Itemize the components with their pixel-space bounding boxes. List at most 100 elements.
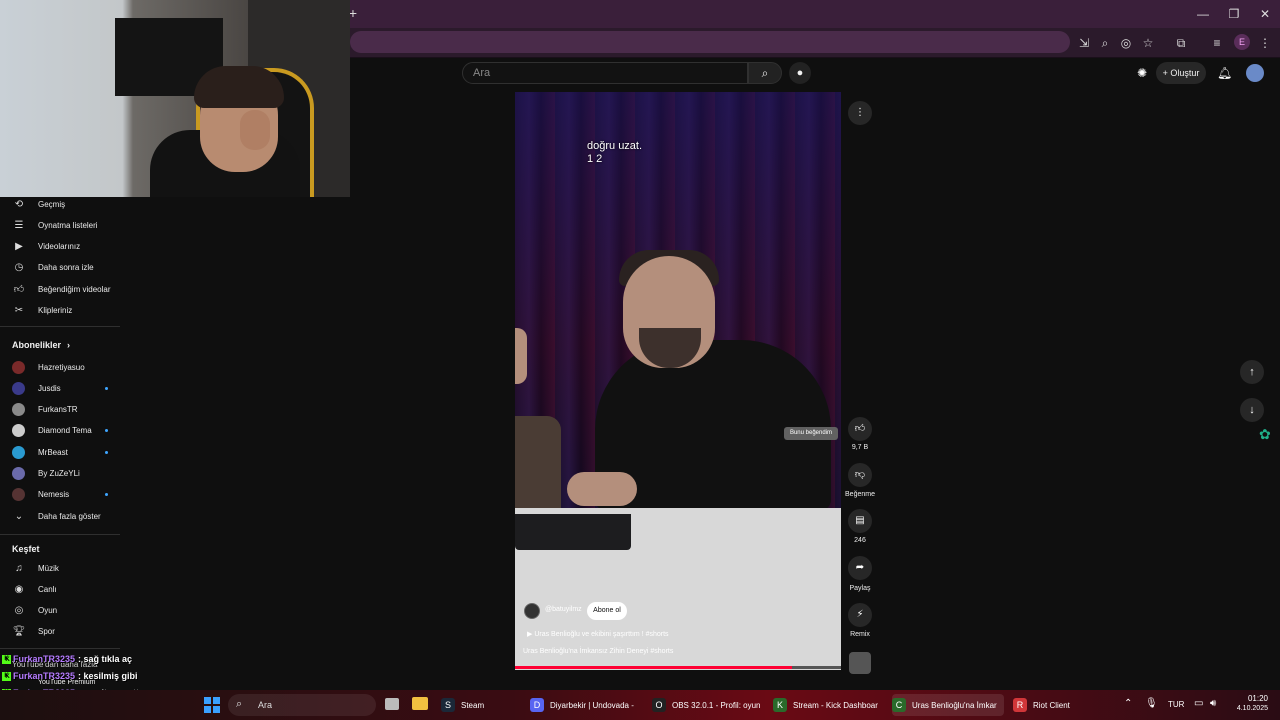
next-short-arrow-down-icon[interactable]: ↓ [1240,398,1264,422]
app-icon: S [441,698,455,712]
sidebar-item-clips[interactable]: ✂ Klipleriniz [12,301,122,321]
windows-start-icon[interactable] [204,697,220,713]
file-explorer-icon[interactable] [412,697,428,710]
your-videos-icon: ▶ [15,241,23,253]
gaming-icon: ◎ [14,605,24,617]
previous-short-arrow-up-icon[interactable]: ↑ [1240,360,1264,384]
sidebar-item-label: Daha sonra izle [38,263,94,273]
subscription-item[interactable]: By ZuZeYLi [12,464,122,484]
subscription-label: MrBeast [38,447,68,457]
sidebar-item-like[interactable]: 👍︎ Beğendiğim videolar [12,279,122,299]
clock-time[interactable]: 01:20 [1232,694,1268,703]
subscription-item[interactable]: Hazretiyasuo [12,357,122,377]
install-app-icon[interactable]: ⇲ [1075,34,1093,52]
dislike-button[interactable]: 👎︎ [848,463,872,487]
tray-microphone-icon[interactable]: 🎙︎ [1145,698,1158,709]
sidebar-item-watch-later[interactable]: ◷ Daha sonra izle [12,258,122,278]
taskbar-app-5[interactable]: C Uras Benlioğlu'na İmkar [892,694,1004,716]
show-more-button[interactable]: ⌄ Daha fazla göster [12,506,122,526]
browser-menu-icon[interactable]: ⋮ [1256,34,1274,52]
assistant-extension-icon[interactable]: ✿ [1259,426,1271,443]
taskbar-search[interactable]: Ara [228,694,376,716]
channel-name[interactable]: @batuyilmz [545,606,582,613]
kick-badge-icon: K [2,654,11,664]
sidebar-item-playlist[interactable]: ☰ Oynatma listeleri [12,215,122,235]
sidebar-item-label: Oynatma listeleri [38,220,98,230]
chat-message: K FurkanTR3235: sağ tıkla aç [2,654,132,664]
related-video-link[interactable]: Uras Benlioğlu'na İmkansız Zihin Deneyi … [523,648,673,655]
subscription-label: Diamond Tema [38,426,92,436]
sidebar-separator [0,648,120,649]
sound-thumbnail[interactable] [849,652,871,674]
address-bar[interactable] [350,31,1070,53]
browser-profile-avatar[interactable]: E [1234,34,1250,50]
taskbar-app-3[interactable]: O OBS 32.0.1 - Profil: oyun [652,694,767,716]
app-icon: C [892,698,906,712]
taskbar-app-1[interactable]: S Steam [441,694,491,716]
sidebar-item-music[interactable]: ♫ Müzik [12,558,122,578]
sidebar-item-history[interactable]: ⟲ Geçmiş [12,194,122,214]
like-button[interactable]: 👍︎ [848,417,872,441]
extensions-icon[interactable]: ⧉ [1172,34,1190,52]
subscription-label: Hazretiyasuo [38,362,85,372]
chat-message: K FurkanTR3235: kesilmiş gibi [2,671,138,681]
more-options-icon[interactable]: ⋮ [848,101,872,125]
subscriptions-heading[interactable]: Abonelikler › [12,340,70,350]
close-window-button[interactable]: ✕ [1250,4,1280,24]
cast-icon[interactable]: ✺ [1137,66,1147,80]
app-icon: D [530,698,544,712]
sidebar-item-label: Klipleriniz [38,306,73,315]
microphone-icon[interactable]: ● [789,62,811,84]
media-control-icon[interactable]: ≡ [1208,34,1226,52]
search-icon[interactable]: ⌕ [748,62,782,84]
share-button[interactable]: ➦ [848,556,872,580]
app-label: Diyarbekir | Undovada - [550,700,634,710]
tray-volume-icon[interactable]: 🔊︎ [1210,698,1216,709]
channel-avatar[interactable] [524,603,540,619]
tray-network-icon[interactable]: ▭ [1194,698,1203,709]
short-video-player[interactable]: doğru uzat. 1 2 @batuyilmz Abone ol ▶ Ur… [515,92,841,670]
taskbar-app-4[interactable]: K Stream - Kick Dashboar [773,694,883,716]
video-progress-bar[interactable] [515,666,841,669]
notifications-bell-icon[interactable]: 🔔︎ [1217,66,1232,80]
taskbar-app-2[interactable]: D Diyarbekir | Undovada - [530,694,645,716]
taskbar-app-6[interactable]: R Riot Client [1013,694,1083,716]
subscription-item[interactable]: FurkansTR [12,400,122,420]
zoom-icon[interactable]: ⌕ [1096,34,1114,52]
sidebar-item-live[interactable]: ◉ Canlı [12,579,122,599]
sidebar-item-gaming[interactable]: ◎ Oyun [12,601,122,621]
account-avatar[interactable] [1246,64,1264,82]
bookmark-star-icon[interactable]: ☆ [1139,34,1157,52]
subscription-item[interactable]: Diamond Tema [12,421,122,441]
like-count: 9,7 B [851,444,869,451]
subscription-item[interactable]: MrBeast [12,442,122,462]
eye-off-icon[interactable]: ◎ [1117,34,1135,52]
task-view-icon[interactable] [385,698,399,710]
like-icon: 👍︎ [13,284,25,296]
channel-avatar [12,381,25,395]
keyboard-language[interactable]: TUR [1168,700,1184,709]
history-icon: ⟲ [14,198,24,210]
tray-chevron-up-icon[interactable]: ⌃ [1124,698,1132,709]
sidebar-item-sports[interactable]: 🏆︎ Spor [12,622,122,642]
maximize-button[interactable]: ❐ [1219,4,1249,24]
remix-button[interactable]: ⚡︎ [848,603,872,627]
caption-line-2: 1 2 [587,153,603,165]
clock-date[interactable]: 4.10.2025 [1226,705,1268,712]
dislike-label: Beğenme [845,491,875,498]
video-title[interactable]: ▶ Uras Benlioğlu ve ekibini şaşırttım ! … [527,630,669,638]
minimize-button[interactable]: — [1188,4,1218,24]
subscription-item[interactable]: Nemesis [12,485,122,505]
subscribe-button[interactable]: Abone ol [587,602,627,620]
sidebar-item-your-videos[interactable]: ▶ Videolarınız [12,237,122,257]
search-input[interactable]: Ara [462,62,748,84]
subscription-item[interactable]: Jusdis [12,378,122,398]
create-button[interactable]: + Oluştur [1156,62,1206,84]
chevron-down-icon: ⌄ [14,510,24,522]
playlist-icon: ☰ [14,219,24,231]
new-content-dot [105,493,108,497]
share-label: Paylaş [849,585,871,592]
live-icon: ◉ [14,583,24,595]
comments-button[interactable]: ▤ [848,509,872,533]
subscription-label: By ZuZeYLi [38,469,80,478]
